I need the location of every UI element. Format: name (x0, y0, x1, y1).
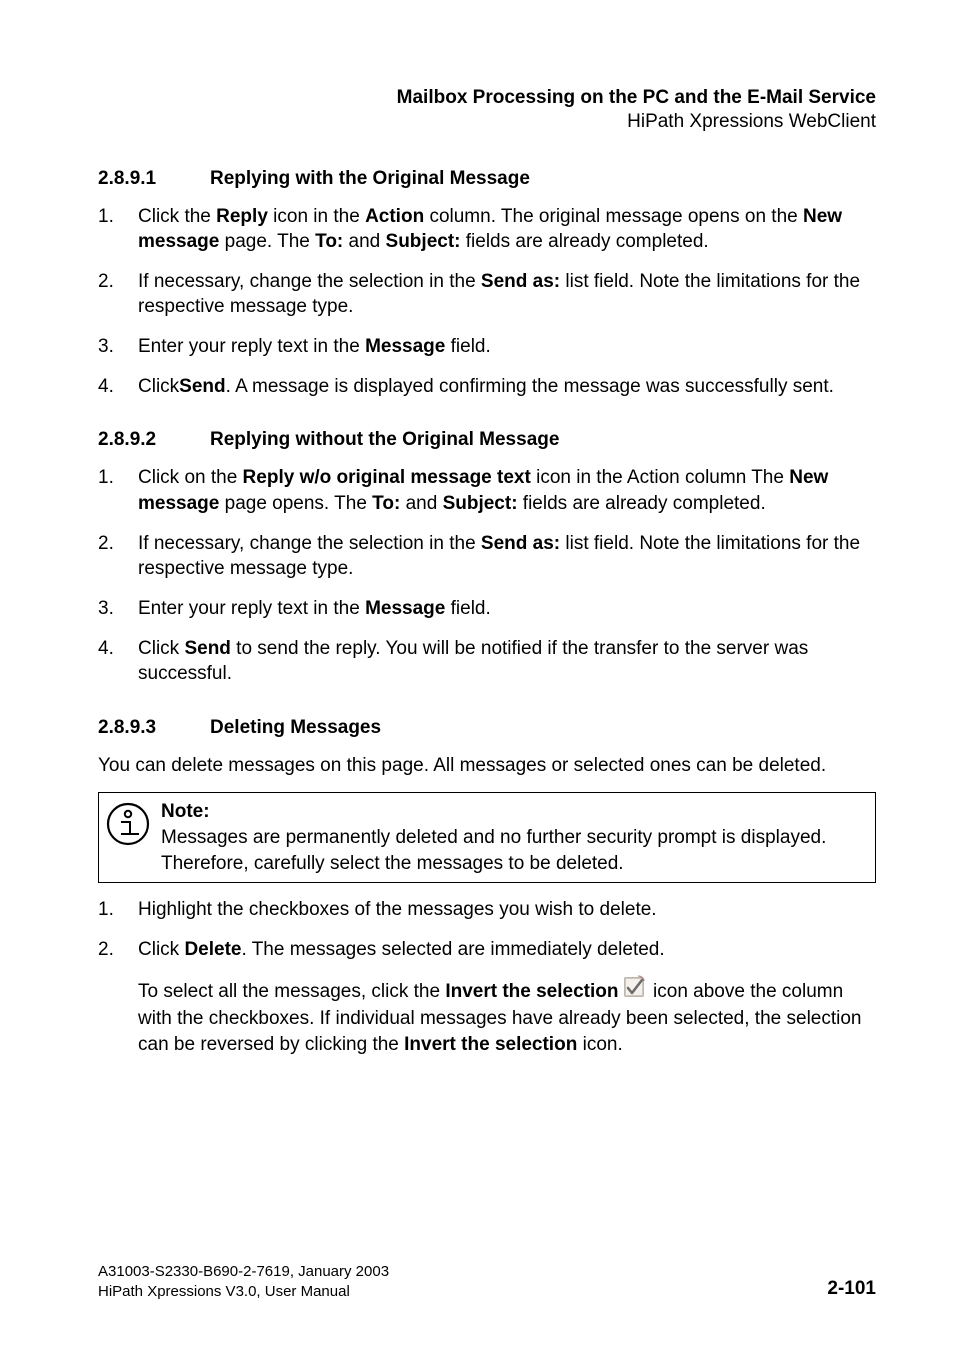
step-item: ClickSend. A message is displayed confir… (98, 374, 876, 400)
header-subtitle: HiPath Xpressions WebClient (98, 110, 876, 134)
step-item: Click the Reply icon in the Action colum… (98, 204, 876, 255)
footer-doc-title: HiPath Xpressions V3.0, User Manual (98, 1282, 389, 1302)
section-title: Replying without the Original Message (210, 429, 559, 450)
note-body: Messages are permanently deleted and no … (161, 827, 826, 874)
page: Mailbox Processing on the PC and the E-M… (0, 0, 954, 1352)
steps-list-1: Click the Reply icon in the Action colum… (98, 204, 876, 400)
steps-list-3: Highlight the checkboxes of the messages… (98, 897, 876, 1057)
running-header: Mailbox Processing on the PC and the E-M… (98, 86, 876, 134)
step-item: Click Send to send the reply. You will b… (98, 636, 876, 687)
step-item: Click Delete. The messages selected are … (98, 937, 876, 1058)
note-label: Note: (161, 799, 865, 825)
section-number: 2.8.9.1 (98, 168, 210, 190)
info-icon (105, 801, 151, 852)
step-item: Enter your reply text in the Message fie… (98, 334, 876, 360)
step-item: Enter your reply text in the Message fie… (98, 596, 876, 622)
step-item: Click on the Reply w/o original message … (98, 465, 876, 516)
section-heading-2-8-9-3: 2.8.9.3Deleting Messages (98, 717, 876, 739)
step-item: Highlight the checkboxes of the messages… (98, 897, 876, 923)
steps-list-2: Click on the Reply w/o original message … (98, 465, 876, 686)
invert-selection-icon (624, 975, 648, 1005)
step-item: If necessary, change the selection in th… (98, 269, 876, 320)
step-item: If necessary, change the selection in th… (98, 531, 876, 582)
header-title: Mailbox Processing on the PC and the E-M… (98, 86, 876, 110)
section-number: 2.8.9.3 (98, 717, 210, 739)
footer-page-number: 2-101 (827, 1276, 876, 1302)
section-heading-2-8-9-2: 2.8.9.2Replying without the Original Mes… (98, 429, 876, 451)
footer-doc-id: A31003-S2330-B690-2-7619, January 2003 (98, 1262, 389, 1282)
page-footer: A31003-S2330-B690-2-7619, January 2003 H… (98, 1262, 876, 1303)
note-box: Note: Messages are permanently deleted a… (98, 792, 876, 883)
footer-left: A31003-S2330-B690-2-7619, January 2003 H… (98, 1262, 389, 1303)
section-heading-2-8-9-1: 2.8.9.1Replying with the Original Messag… (98, 168, 876, 190)
step-tail-paragraph: To select all the messages, click the In… (138, 977, 876, 1058)
section-number: 2.8.9.2 (98, 429, 210, 451)
note-text: Note: Messages are permanently deleted a… (161, 799, 865, 876)
section-title: Replying with the Original Message (210, 168, 530, 189)
section-intro: You can delete messages on this page. Al… (98, 753, 876, 779)
section-title: Deleting Messages (210, 717, 381, 738)
